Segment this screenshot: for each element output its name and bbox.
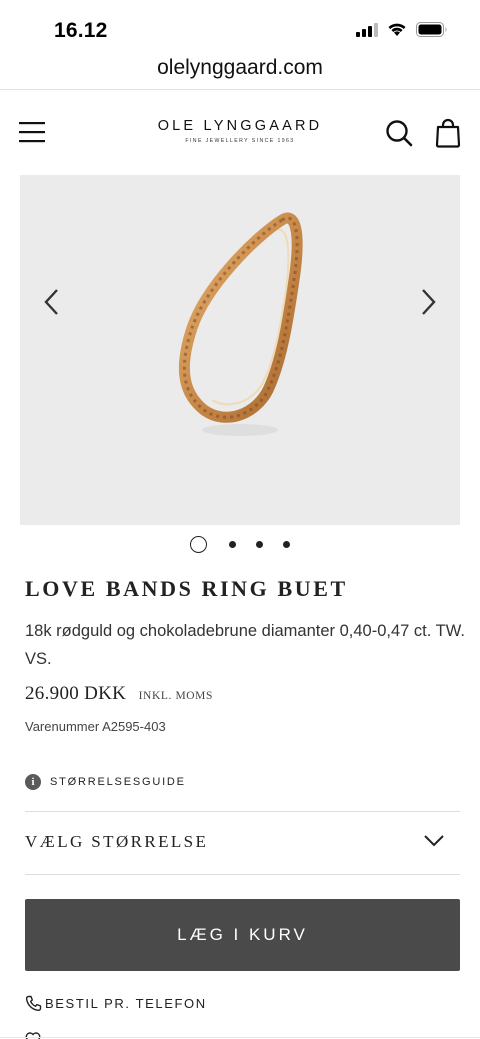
pagination-dot-4[interactable]	[283, 540, 290, 548]
search-icon[interactable]	[385, 119, 413, 147]
size-select-label: VÆLG STØRRELSE	[25, 832, 209, 851]
battery-icon	[416, 22, 447, 37]
chevron-right-icon[interactable]	[416, 287, 440, 317]
url-bar[interactable]: olelynggaard.com	[0, 56, 480, 90]
site-header: OLE LYNGGAARD FINE JEWELLERY SINCE 1963	[0, 90, 480, 174]
logo[interactable]: OLE LYNGGAARD FINE JEWELLERY SINCE 1963	[140, 118, 340, 144]
product-title: LOVE BANDS RING BUET	[25, 576, 348, 601]
size-guide-label: STØRRELSESGUIDE	[50, 776, 186, 788]
pagination-dot-2[interactable]	[229, 540, 236, 548]
size-select-dropdown[interactable]: VÆLG STØRRELSE	[25, 812, 460, 874]
phone-order-label: BESTIL PR. TELEFON	[45, 996, 207, 1011]
size-guide-link[interactable]: i STØRRELSESGUIDE	[25, 774, 186, 790]
cellular-signal-icon	[356, 22, 378, 37]
price-row: 26.900 DKK INKL. MOMS	[25, 683, 213, 705]
chevron-down-icon	[424, 835, 444, 847]
phone-order-link[interactable]: BESTIL PR. TELEFON	[25, 995, 207, 1012]
chevron-left-icon[interactable]	[40, 287, 64, 317]
status-time: 16.12	[54, 19, 108, 42]
gallery-pagination	[0, 534, 480, 554]
pagination-dot-3[interactable]	[256, 540, 263, 548]
bottom-divider	[0, 1037, 480, 1038]
url-text: olelynggaard.com	[157, 56, 323, 79]
product-sku: Varenummer A2595-403	[25, 719, 166, 734]
logo-main: OLE LYNGGAARD	[157, 118, 323, 134]
menu-icon[interactable]	[19, 121, 45, 143]
logo-sub: FINE JEWELLERY SINCE 1963	[185, 138, 295, 144]
product-price: 26.900 DKK	[25, 683, 127, 704]
divider	[25, 874, 460, 875]
product-gallery[interactable]	[20, 175, 460, 525]
bag-icon[interactable]	[435, 118, 461, 148]
pagination-dot-1[interactable]	[190, 535, 207, 553]
phone-icon	[25, 995, 42, 1012]
price-tax-note: INKL. MOMS	[138, 690, 213, 702]
add-to-cart-button[interactable]: LÆG I KURV	[25, 899, 460, 971]
status-icons	[356, 22, 448, 37]
status-bar: 16.12	[0, 0, 480, 56]
product-description: 18k rødguld og chokoladebrune diamanter …	[25, 622, 465, 668]
wifi-icon	[388, 23, 406, 36]
info-icon: i	[25, 774, 41, 790]
ring-image	[178, 212, 303, 436]
